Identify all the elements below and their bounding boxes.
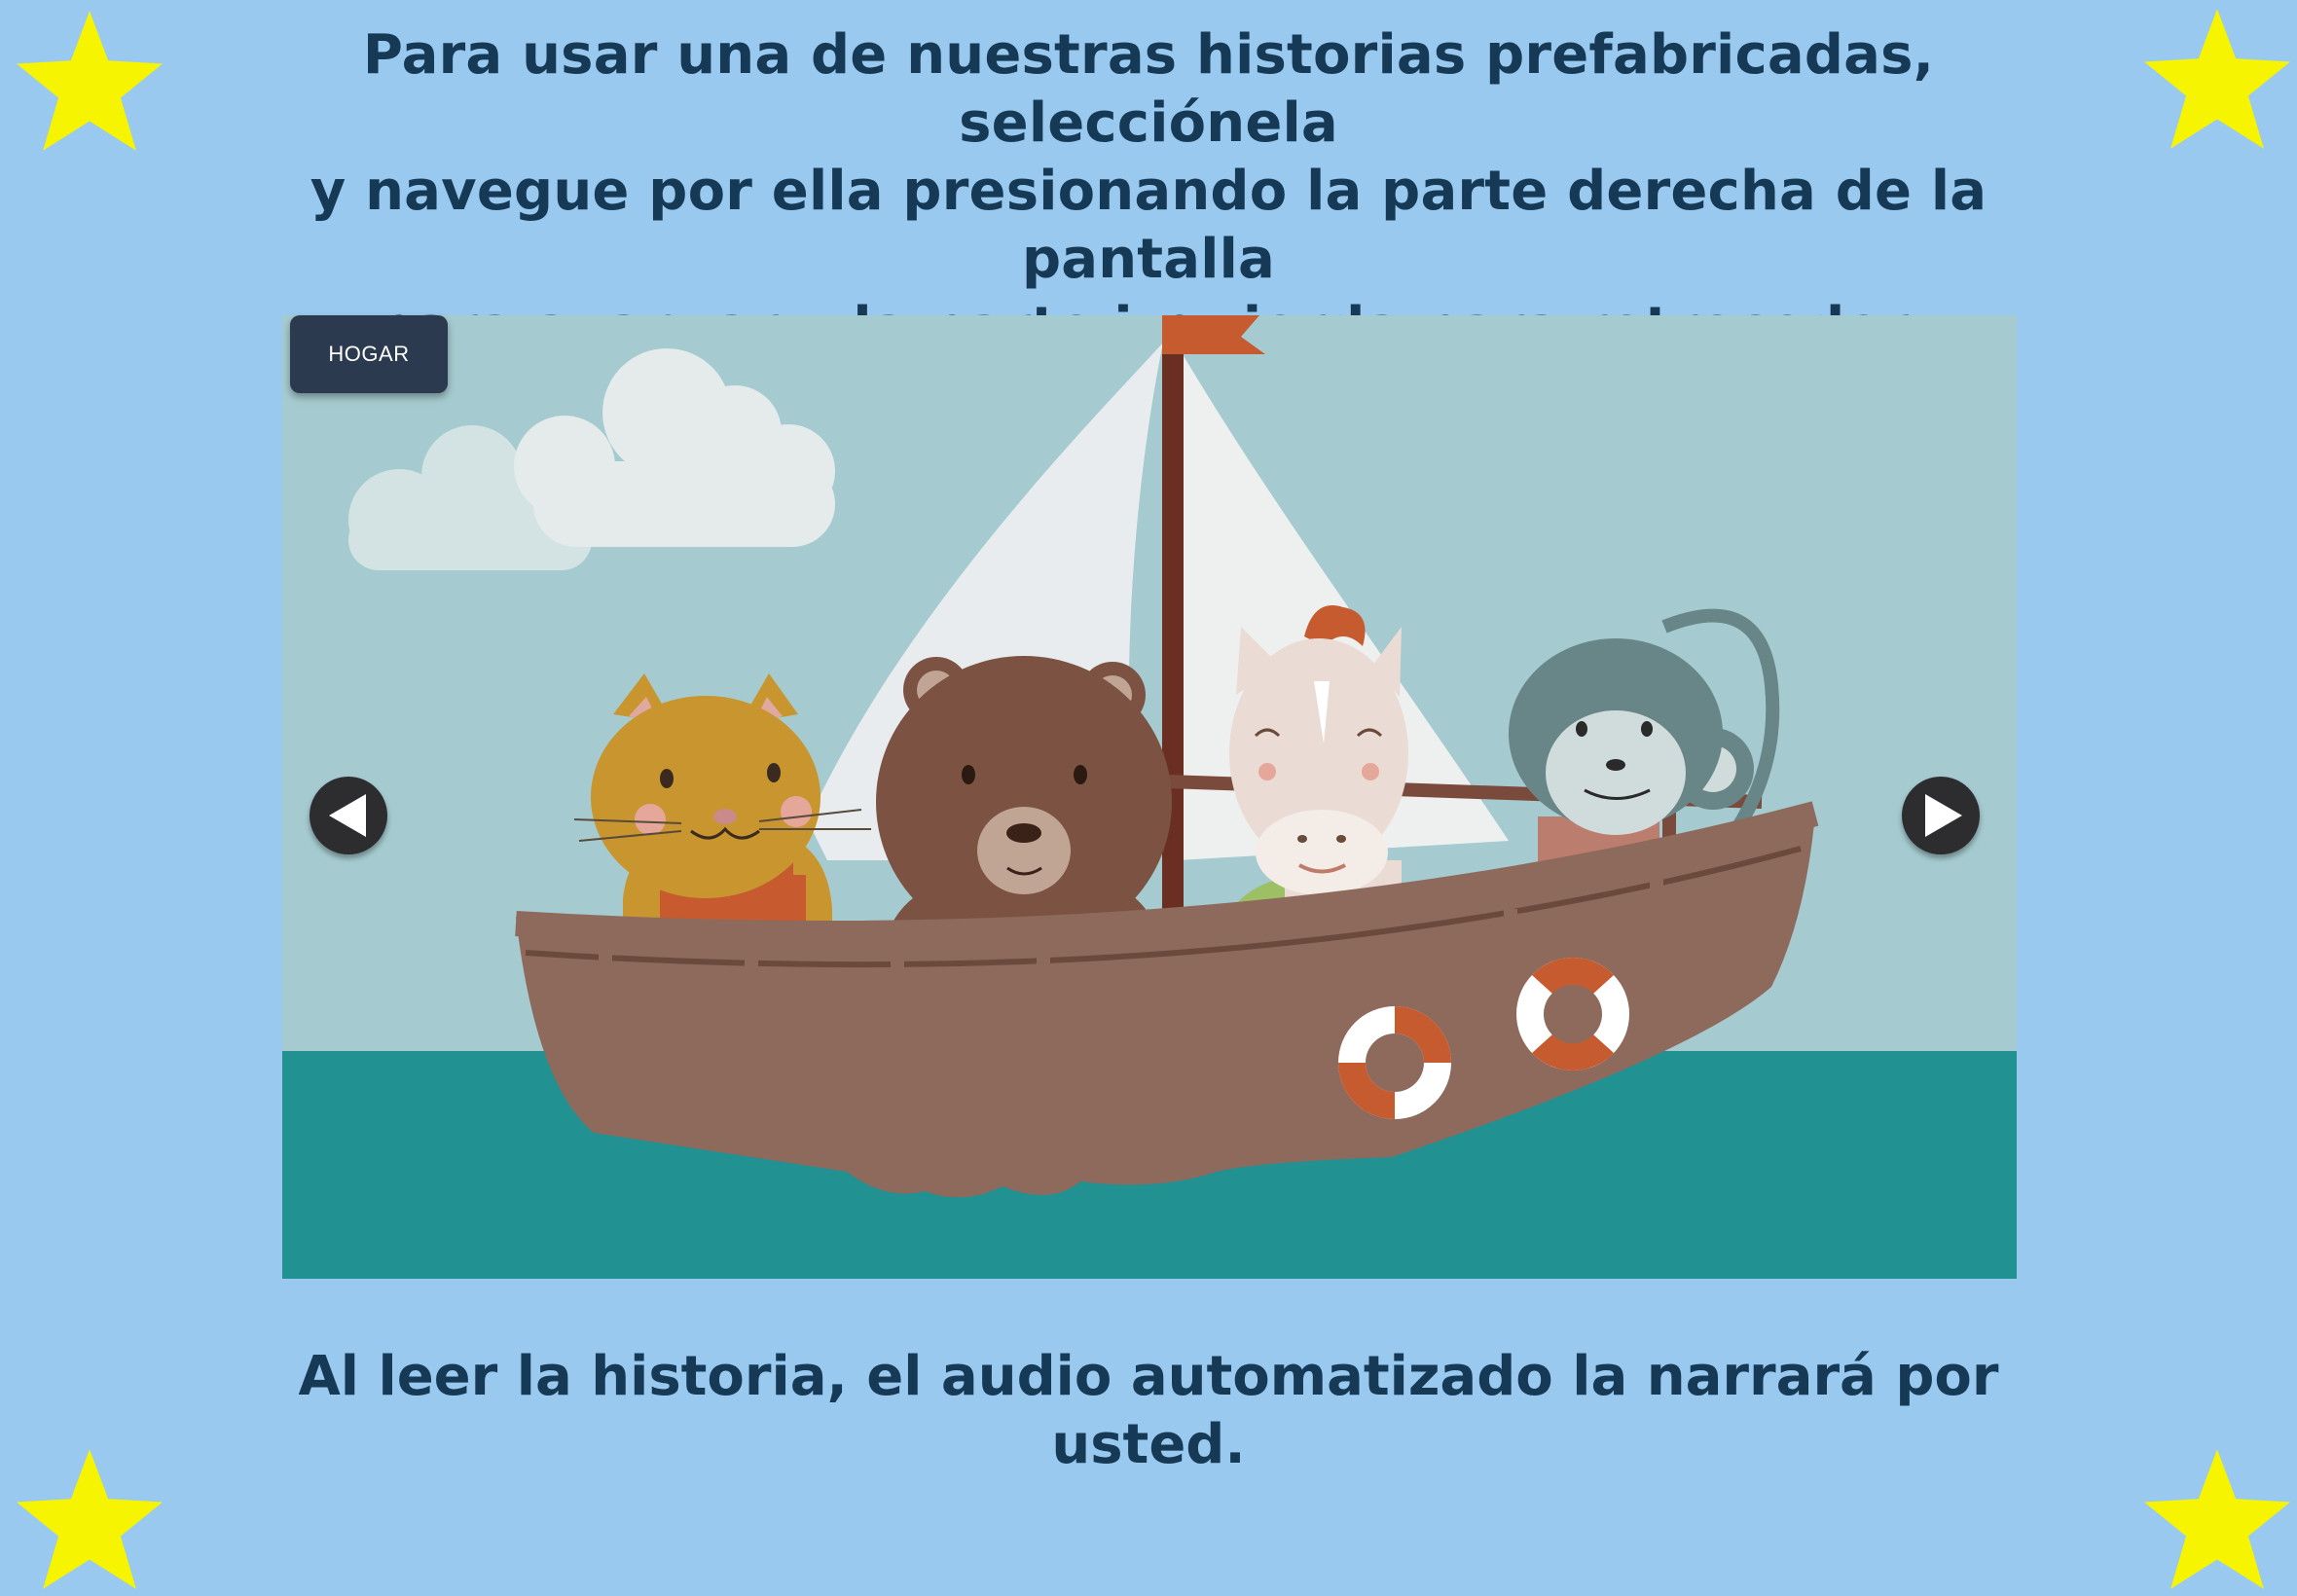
home-button[interactable]: HOGAR [290,315,448,393]
story-page-illustration[interactable] [282,315,2017,1279]
instructions-line-2: y navegue por ella presionando la parte … [310,160,1987,291]
instructions-text: Para usar una de nuestras historias pref… [234,21,2063,362]
star-icon [2139,6,2295,152]
right-triangle-arrow-icon [1925,794,1962,837]
life-ring-2 [1516,958,1629,1070]
star-icon [12,1446,167,1592]
life-ring-1 [1338,1006,1451,1119]
star-icon [12,8,167,154]
boat-animals-illustration [282,315,2017,1279]
previous-page-button[interactable] [310,777,387,854]
instructions-line-1: Para usar una de nuestras historias pref… [362,23,1935,155]
left-triangle-arrow-icon [329,794,366,837]
next-page-button[interactable] [1902,777,1980,854]
narration-info-text: Al leer la historia, el audio automatiza… [298,1345,1999,1476]
page: Para usar una de nuestras historias pref… [0,0,2297,1596]
star-icon [2139,1446,2295,1592]
